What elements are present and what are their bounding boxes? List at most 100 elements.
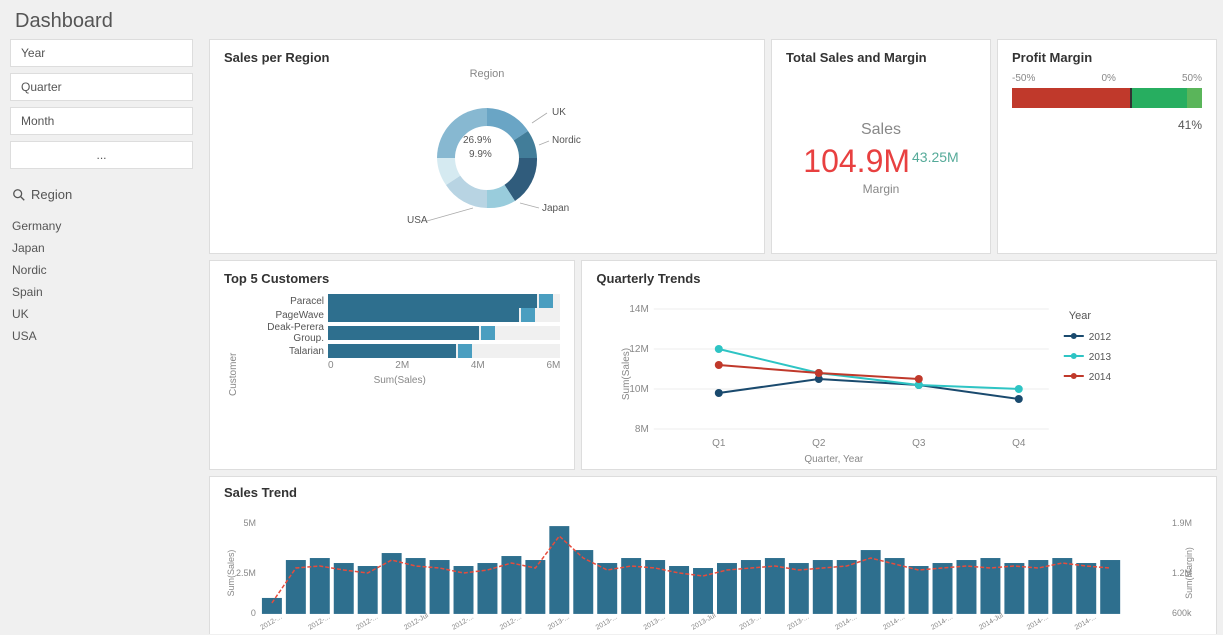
- svg-text:1.9M: 1.9M: [1172, 518, 1192, 528]
- middle-row: Top 5 Customers Customer Paracel: [209, 260, 1217, 470]
- svg-text:USA: USA: [407, 215, 428, 226]
- filter-month[interactable]: Month: [10, 107, 193, 135]
- svg-text:2.5M: 2.5M: [236, 568, 256, 578]
- top-row: Sales per Region Region: [209, 39, 1217, 254]
- sales-trend-chart: 5M 2.5M 0 Sum(Sales) 1.9M 1.2M 600k Sum(…: [224, 508, 1202, 634]
- x-label-2m: 2M: [395, 360, 409, 371]
- svg-text:2014-...: 2014-...: [834, 614, 858, 632]
- svg-text:2013-...: 2013-...: [547, 614, 571, 632]
- bar-fill-pagewave: [328, 308, 519, 322]
- svg-text:26.9%: 26.9%: [463, 135, 491, 146]
- svg-text:600k: 600k: [1172, 608, 1192, 618]
- top5-ylabel: Customer: [224, 294, 239, 454]
- region-uk[interactable]: UK: [10, 304, 193, 324]
- bar-track-paracel: [328, 294, 560, 308]
- svg-text:2013-...: 2013-...: [643, 614, 667, 632]
- filter-year[interactable]: Year: [10, 39, 193, 67]
- bar-label-talarian: Talarian: [239, 346, 324, 357]
- quarterly-title: Quarterly Trends: [596, 271, 1202, 286]
- quarterly-trends-card: Quarterly Trends 14M 12M 10M 8M Q1: [581, 260, 1217, 470]
- svg-text:2012-...: 2012-...: [451, 614, 475, 632]
- svg-text:Q2: Q2: [813, 438, 827, 449]
- x-label-0: 0: [328, 360, 334, 371]
- region-spain[interactable]: Spain: [10, 282, 193, 302]
- bar-track-pagewave: [328, 308, 560, 322]
- sales-trend-title: Sales Trend: [224, 485, 1202, 500]
- x-label-6m: 6M: [546, 360, 560, 371]
- quarterly-chart: 14M 12M 10M 8M Q1 Q2 Q3 Q4: [596, 294, 1202, 464]
- svg-text:Sum(Margin): Sum(Margin): [1184, 547, 1194, 599]
- svg-text:UK: UK: [552, 107, 566, 118]
- bar-label-paracel: Paracel: [239, 296, 324, 307]
- svg-text:8M: 8M: [635, 424, 649, 435]
- top5-xaxis: 0 2M 4M 6M: [239, 360, 560, 371]
- svg-text:Q4: Q4: [1013, 438, 1027, 449]
- svg-text:2014-...: 2014-...: [930, 614, 954, 632]
- svg-text:2012-Jul: 2012-Jul: [403, 612, 430, 632]
- svg-text:10M: 10M: [630, 384, 649, 395]
- svg-text:Year: Year: [1069, 310, 1092, 322]
- top5-bars: Paracel PageWave: [239, 294, 560, 358]
- bar-track-deak: [328, 326, 560, 340]
- margin-label: Margin: [863, 182, 900, 196]
- profit-bar-red: [1012, 88, 1130, 108]
- bar-fill-deak: [328, 326, 479, 340]
- bar-row-paracel: Paracel: [239, 294, 560, 308]
- bar-label-deak: Deak-Perera Group.: [239, 322, 324, 344]
- svg-text:2012-...: 2012-...: [499, 614, 523, 632]
- sales-figures: 104.9M 43.25M: [803, 143, 958, 180]
- region-germany[interactable]: Germany: [10, 216, 193, 236]
- svg-text:5M: 5M: [243, 518, 255, 528]
- region-nordic[interactable]: Nordic: [10, 260, 193, 280]
- sidebar: Year Quarter Month ... Region Germany Ja…: [0, 39, 203, 634]
- svg-text:14M: 14M: [630, 304, 649, 315]
- region-list: Germany Japan Nordic Spain UK USA: [10, 216, 193, 346]
- profit-bar-green: [1130, 88, 1187, 108]
- filter-quarter[interactable]: Quarter: [10, 73, 193, 101]
- svg-text:2012-...: 2012-...: [307, 614, 331, 632]
- svg-text:2013-...: 2013-...: [738, 614, 762, 632]
- sales-trend-row: Sales Trend 5M 2.5M 0 Sum(Sales) 1.9M 1.…: [209, 476, 1217, 634]
- bar-row-deak: Deak-Perera Group.: [239, 322, 560, 344]
- svg-text:2013-...: 2013-...: [595, 614, 619, 632]
- bar-fill-paracel: [328, 294, 537, 308]
- region-japan[interactable]: Japan: [10, 238, 193, 258]
- profit-margin-title: Profit Margin: [1012, 50, 1202, 65]
- bar-track-talarian: [328, 344, 560, 358]
- sales-value: 104.9M: [803, 143, 910, 180]
- profit-axis-mid: 0%: [1101, 73, 1115, 84]
- main-content: Sales per Region Region: [203, 39, 1223, 634]
- search-icon: [12, 188, 26, 202]
- svg-text:2012-...: 2012-...: [259, 614, 283, 632]
- svg-text:12M: 12M: [630, 344, 649, 355]
- x-label-4m: 4M: [471, 360, 485, 371]
- svg-text:2012-...: 2012-...: [355, 614, 379, 632]
- sales-trend-card: Sales Trend 5M 2.5M 0 Sum(Sales) 1.9M 1.…: [209, 476, 1217, 634]
- region-label: Region: [31, 187, 72, 202]
- donut-chart: Region: [224, 73, 750, 243]
- svg-text:2014: 2014: [1089, 372, 1112, 383]
- svg-text:Sum(Sales): Sum(Sales): [621, 348, 632, 400]
- top5-title: Top 5 Customers: [224, 271, 560, 286]
- top5-customers-card: Top 5 Customers Customer Paracel: [209, 260, 575, 470]
- profit-margin-card: Profit Margin -50% 0% 50%: [997, 39, 1217, 254]
- bar-label-pagewave: PageWave: [239, 310, 324, 321]
- top5-xlabel: Sum(Sales): [239, 375, 560, 386]
- bar-row-pagewave: PageWave: [239, 308, 560, 322]
- dashboard-title: Dashboard: [0, 0, 1223, 39]
- svg-text:2014-...: 2014-...: [1026, 614, 1050, 632]
- region-search[interactable]: Region: [10, 183, 193, 206]
- profit-bar-container: -50% 0% 50% 41%: [1012, 73, 1202, 132]
- svg-text:Nordic: Nordic: [552, 135, 581, 146]
- svg-text:Sum(Sales): Sum(Sales): [226, 550, 236, 597]
- bar-row-talarian: Talarian: [239, 344, 560, 358]
- svg-text:2013: 2013: [1089, 352, 1112, 363]
- region-usa[interactable]: USA: [10, 326, 193, 346]
- profit-percent: 41%: [1012, 118, 1202, 132]
- profit-axis-max: 50%: [1182, 73, 1202, 84]
- filter-more[interactable]: ...: [10, 141, 193, 169]
- top5-chart: Customer Paracel PageWave: [224, 294, 560, 454]
- total-sales-title: Total Sales and Margin: [786, 50, 976, 65]
- svg-text:0: 0: [251, 608, 256, 618]
- svg-text:Quarter, Year: Quarter, Year: [805, 454, 865, 464]
